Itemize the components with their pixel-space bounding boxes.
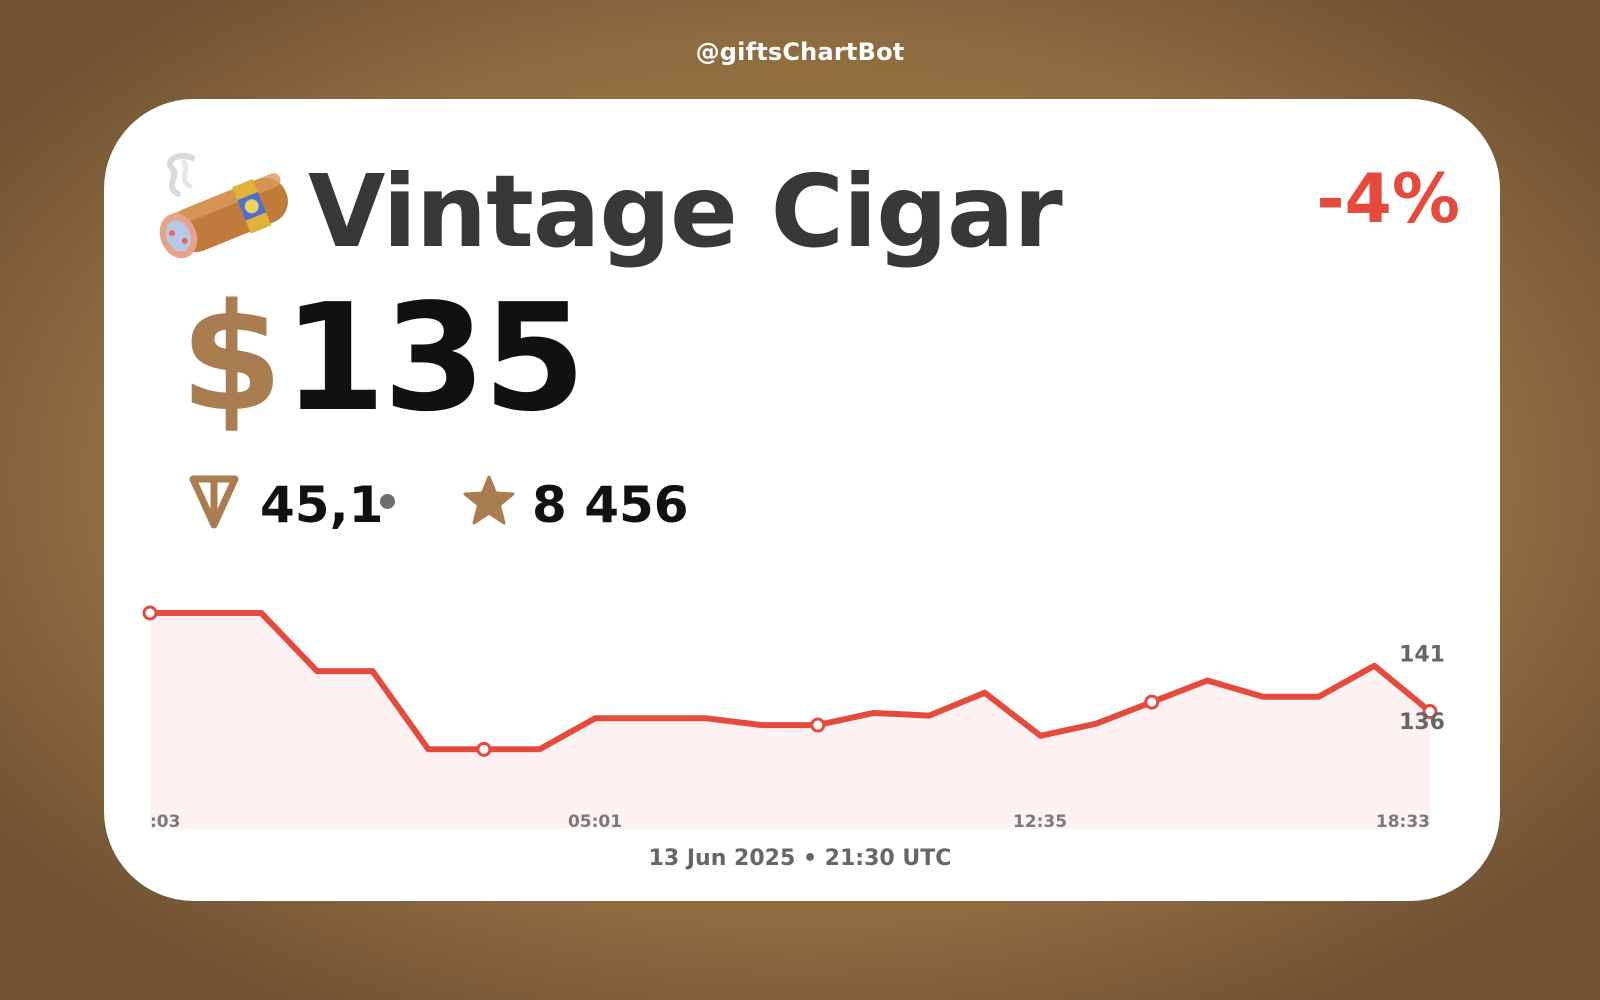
usd-price: $135 <box>180 284 586 474</box>
usd-price-value: 135 <box>282 272 586 444</box>
ton-price: 45,1 <box>260 476 384 534</box>
footer-date: 13 Jun 2025 <box>648 846 796 871</box>
footer-time: 21:30 UTC <box>824 846 952 871</box>
gift-title: Vintage Cigar <box>308 153 1063 270</box>
timestamp: 13 Jun 2025 • 21:30 UTC <box>648 846 952 871</box>
stars-price: 8 456 <box>532 476 689 534</box>
bot-handle: @giftsChartBot <box>695 38 905 66</box>
ton-icon <box>189 475 239 529</box>
dollar-sign: $ <box>180 272 283 444</box>
star-icon <box>463 475 515 525</box>
cigar-icon <box>159 152 288 259</box>
price-change-badge: -4% <box>1316 160 1460 239</box>
separator-dot <box>380 494 395 509</box>
